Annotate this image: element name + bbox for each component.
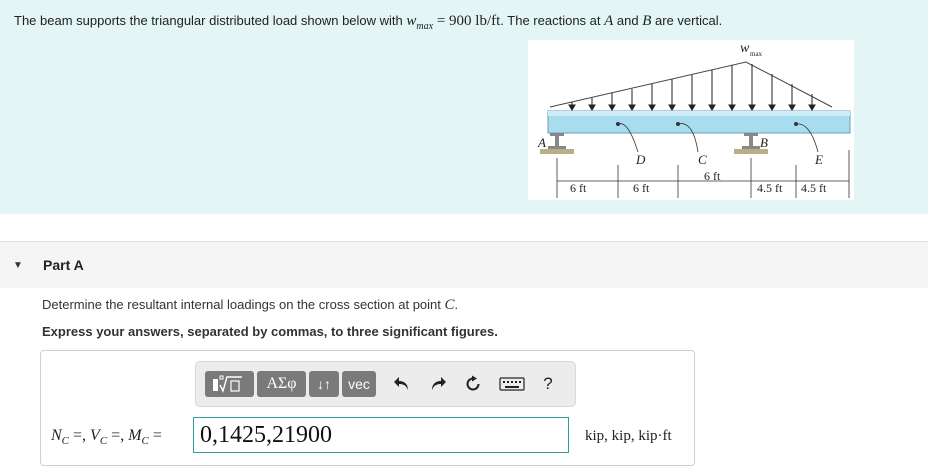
wmax-value: = 900 lb/ft <box>433 13 501 29</box>
problem-text-part3: and <box>613 13 643 28</box>
point-b: B <box>642 13 652 29</box>
beam-diagram: w max A B D C E 6 ft 6 ft 6 ft 4.5 ft 4.… <box>537 41 851 198</box>
problem-text-part2: . The reactions at <box>500 13 605 28</box>
answer-box: ΑΣφ ↓↑ vec ? NC =, VC =, MC = kip, kip, … <box>40 350 695 466</box>
wmax-sub: max <box>416 21 434 32</box>
question-prefix: Determine the resultant internal loading… <box>42 297 445 312</box>
dim-5: 4.5 ft <box>801 181 827 195</box>
label-a: A <box>537 135 546 150</box>
dim-4: 4.5 ft <box>757 181 783 195</box>
beam-figure: w max A B D C E 6 ft 6 ft 6 ft 4.5 ft 4.… <box>528 40 854 200</box>
part-title: Part A <box>43 257 84 273</box>
reset-icon[interactable] <box>459 371 487 397</box>
dim-2: 6 ft <box>633 181 650 195</box>
label-c: C <box>698 152 707 167</box>
redo-icon[interactable] <box>424 371 452 397</box>
undo-icon[interactable] <box>388 371 416 397</box>
wmax-w: w <box>406 13 417 29</box>
wmax-symbol: wmax <box>406 13 434 32</box>
dim-1: 6 ft <box>570 181 587 195</box>
problem-text-part4: are vertical. <box>651 13 723 28</box>
wmax-label-sub: max <box>750 50 763 58</box>
point-a: A <box>604 13 614 29</box>
collapse-triangle-icon[interactable]: ▼ <box>13 260 23 271</box>
answer-units: kip, kip, kip·ft <box>585 428 672 444</box>
help-button[interactable]: ? <box>534 371 562 397</box>
label-d: D <box>635 152 646 167</box>
problem-text: The beam supports the triangular distrib… <box>14 13 722 32</box>
label-b: B <box>760 135 768 150</box>
vector-button[interactable]: vec <box>342 371 376 397</box>
answer-input[interactable] <box>193 417 569 453</box>
label-e: E <box>814 152 823 167</box>
keyboard-icon[interactable] <box>495 371 529 397</box>
dim-3: 6 ft <box>704 169 721 183</box>
question-point: C <box>444 297 455 313</box>
answer-label-n: N <box>51 427 62 444</box>
wmax-label: w <box>740 41 750 56</box>
greek-symbols-button[interactable]: ΑΣφ <box>257 371 306 397</box>
math-toolbar: ΑΣφ ↓↑ vec ? <box>195 361 576 407</box>
subscript-superscript-button[interactable]: ↓↑ <box>309 371 339 397</box>
instruction-text: Express your answers, separated by comma… <box>42 324 498 339</box>
answer-label: NC =, VC =, MC = <box>51 427 162 448</box>
load-arrows <box>568 64 816 111</box>
beam-highlight <box>548 111 850 116</box>
part-a-header[interactable]: ▼ Part A <box>0 242 928 288</box>
question-text: Determine the resultant internal loading… <box>42 297 458 314</box>
problem-statement: The beam supports the triangular distrib… <box>0 0 928 214</box>
problem-text-part1: The beam supports the triangular distrib… <box>14 13 407 28</box>
question-suffix: . <box>454 297 459 312</box>
templates-icon <box>212 375 242 393</box>
templates-button[interactable] <box>205 371 254 397</box>
